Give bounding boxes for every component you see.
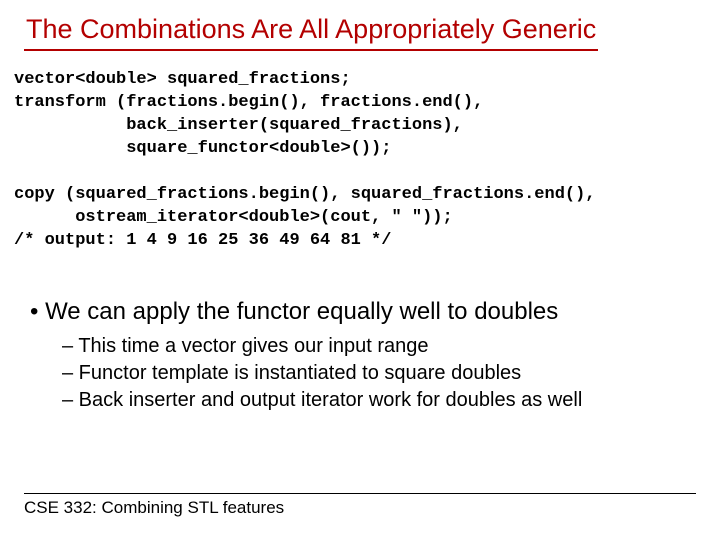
sub-bullet: – This time a vector gives our input ran…	[62, 333, 696, 360]
sub-bullets: – This time a vector gives our input ran…	[62, 333, 696, 414]
footer: CSE 332: Combining STL features	[24, 493, 696, 518]
bullet-main: • We can apply the functor equally well …	[30, 297, 696, 327]
sub-bullet: – Functor template is instantiated to sq…	[62, 360, 696, 387]
code-block: vector<double> squared_fractions; transf…	[14, 69, 696, 253]
body-text: • We can apply the functor equally well …	[24, 297, 696, 414]
slide: The Combinations Are All Appropriately G…	[0, 0, 720, 540]
slide-title: The Combinations Are All Appropriately G…	[24, 14, 598, 51]
sub-bullet: – Back inserter and output iterator work…	[62, 387, 696, 414]
